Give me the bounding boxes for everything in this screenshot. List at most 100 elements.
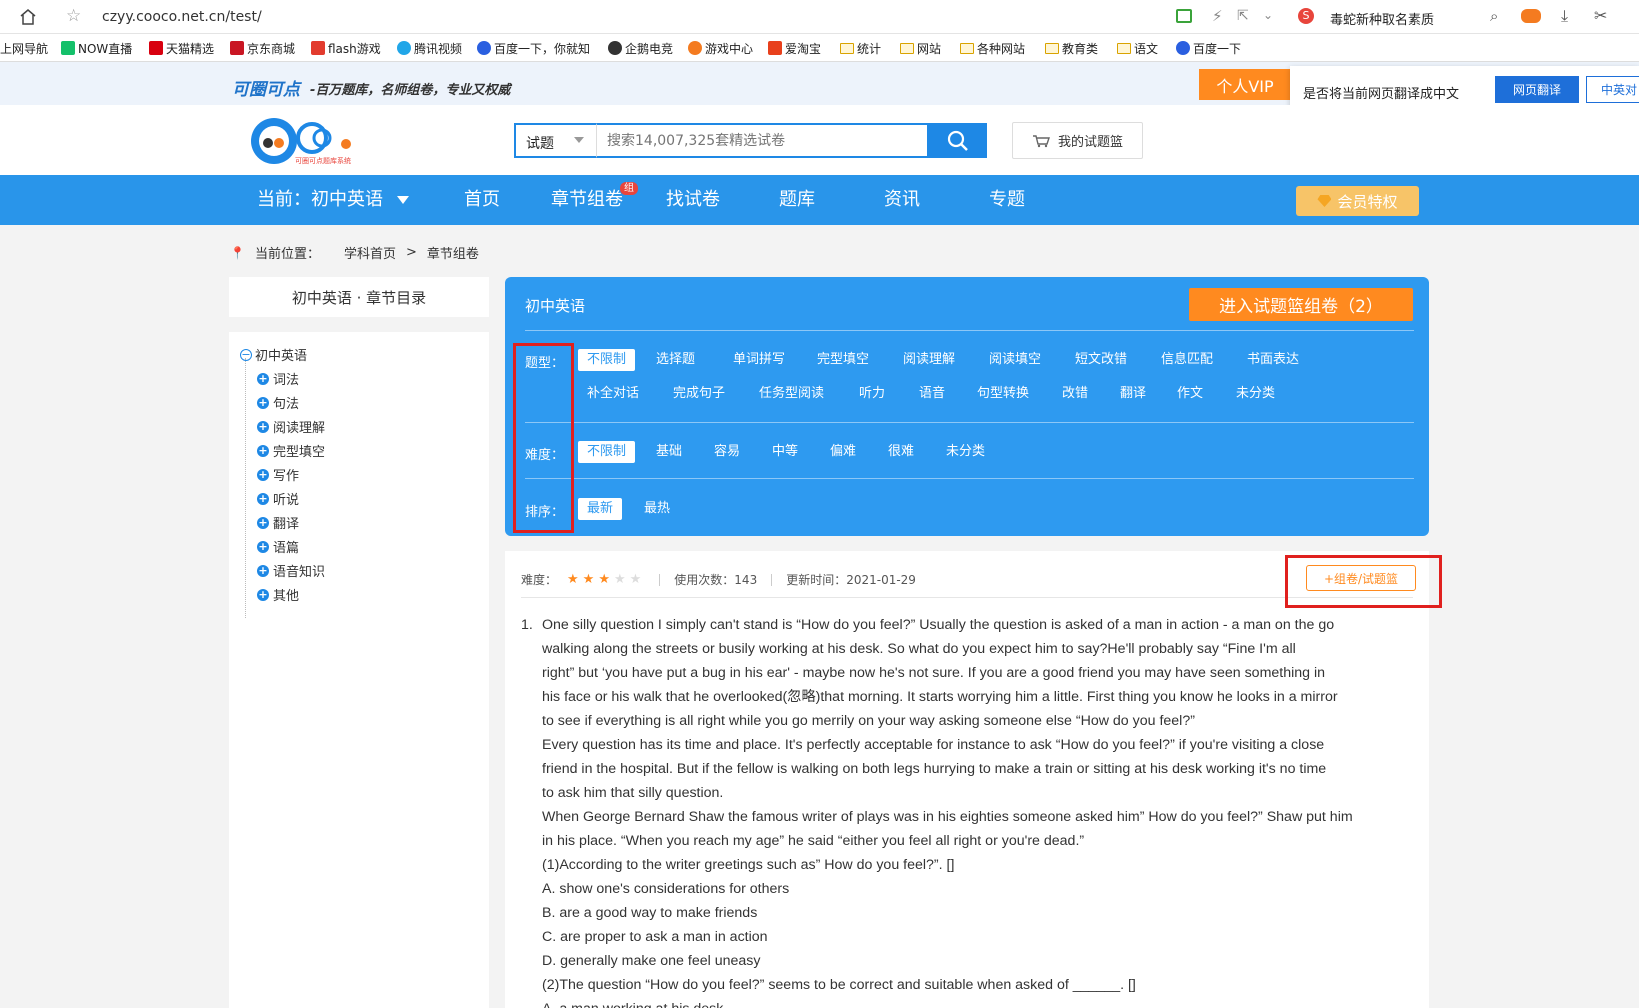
type-option[interactable]: 作文 <box>1168 383 1212 405</box>
sort-option[interactable]: 最热 <box>635 498 679 520</box>
expand-icon[interactable]: + <box>257 372 269 385</box>
my-basket-button[interactable]: 我的试题篮 <box>1012 122 1143 159</box>
tree-root[interactable]: − 初中英语 <box>240 345 307 364</box>
type-option[interactable]: 语音 <box>910 383 954 405</box>
bookmark[interactable]: 天猫精选 <box>149 40 214 56</box>
vip-button[interactable]: 个人VIP <box>1199 69 1291 100</box>
type-option[interactable]: 未分类 <box>1227 383 1284 405</box>
tree-item[interactable]: + 句法 <box>257 393 299 412</box>
share-icon[interactable]: ⇱ <box>1237 8 1249 24</box>
difficulty-option[interactable]: 基础 <box>647 441 691 463</box>
bookmark[interactable]: 百度一下 <box>1176 40 1241 56</box>
site-logo[interactable]: 可圈可点题库系统 <box>248 116 370 166</box>
bookmark[interactable]: 京东商城 <box>230 40 295 56</box>
answer-option[interactable]: C. are proper to ask a man in action <box>521 925 1415 949</box>
tree-item[interactable]: + 写作 <box>257 465 299 484</box>
nav-find-paper[interactable]: 找试卷 <box>666 175 720 225</box>
bookmark[interactable]: 语文 <box>1117 40 1158 56</box>
type-option[interactable]: 补全对话 <box>578 383 648 405</box>
bookmark[interactable]: 教育类 <box>1045 40 1098 56</box>
search-input[interactable] <box>596 123 929 158</box>
tree-item[interactable]: + 翻译 <box>257 513 299 532</box>
bookmark[interactable]: 游戏中心 <box>688 40 753 56</box>
download-icon[interactable]: ⤓ <box>1561 6 1568 26</box>
bookmark[interactable]: 百度一下，你就知 <box>477 40 590 56</box>
search-engine-icon[interactable]: S <box>1298 8 1314 24</box>
bookmark[interactable]: 爱淘宝 <box>768 40 821 56</box>
sort-option[interactable]: 最新 <box>578 498 623 520</box>
bookmark[interactable]: flash游戏 <box>311 40 381 56</box>
expand-icon[interactable]: + <box>257 468 269 481</box>
nav-chapter[interactable]: 章节组卷 <box>551 175 623 225</box>
expand-icon[interactable]: + <box>257 396 269 409</box>
expand-icon[interactable]: + <box>257 444 269 457</box>
bookmark[interactable]: 企鹅电竞 <box>608 40 673 56</box>
expand-icon[interactable]: + <box>257 588 269 601</box>
nav-home[interactable]: 首页 <box>464 175 500 225</box>
magnifier-icon[interactable]: ⌕ <box>1490 7 1498 25</box>
tree-item[interactable]: + 其他 <box>257 585 299 604</box>
bookmark[interactable]: 各种网站 <box>960 40 1025 56</box>
expand-icon[interactable]: + <box>257 564 269 577</box>
type-option[interactable]: 听力 <box>850 383 894 405</box>
type-option[interactable]: 完型填空 <box>808 349 878 371</box>
bookmark[interactable]: NOW直播 <box>61 40 132 56</box>
answer-option[interactable]: D. generally make one feel uneasy <box>521 949 1415 973</box>
bookmark[interactable]: 上网导航 <box>0 40 48 56</box>
star-bookmark-icon[interactable]: ☆ <box>66 6 81 26</box>
address-bar[interactable]: czyy.cooco.net.cn/test/ <box>102 9 262 25</box>
search-type-select[interactable]: 试题 <box>514 123 596 158</box>
scissors-icon[interactable]: ✂ <box>1594 6 1607 25</box>
type-option[interactable]: 任务型阅读 <box>750 383 833 405</box>
expand-icon[interactable]: + <box>257 492 269 505</box>
chevron-down-icon[interactable]: ⌄ <box>1263 8 1273 22</box>
breadcrumb-subject-home[interactable]: 学科首页 <box>344 243 396 262</box>
nav-question-bank[interactable]: 题库 <box>779 175 815 225</box>
game-icon[interactable] <box>1521 9 1541 23</box>
reader-icon[interactable] <box>1176 9 1192 23</box>
type-option[interactable]: 信息匹配 <box>1152 349 1222 371</box>
type-option[interactable]: 改错 <box>1053 383 1097 405</box>
collapse-icon[interactable]: − <box>240 348 252 361</box>
translate-button[interactable]: 网页翻译 <box>1495 76 1579 103</box>
expand-icon[interactable]: + <box>257 516 269 529</box>
difficulty-option[interactable]: 容易 <box>705 441 749 463</box>
type-option[interactable]: 阅读理解 <box>894 349 964 371</box>
type-option[interactable]: 短文改错 <box>1066 349 1136 371</box>
tree-item[interactable]: + 语篇 <box>257 537 299 556</box>
home-icon[interactable] <box>18 7 38 31</box>
difficulty-option[interactable]: 很难 <box>879 441 923 463</box>
type-option[interactable]: 选择题 <box>647 349 704 371</box>
difficulty-option[interactable]: 不限制 <box>578 441 636 463</box>
expand-icon[interactable]: + <box>257 420 269 433</box>
nav-topics[interactable]: 专题 <box>989 175 1025 225</box>
enter-basket-button[interactable]: 进入试题篮组卷（2） <box>1189 288 1413 321</box>
nav-news[interactable]: 资讯 <box>884 175 920 225</box>
tree-item[interactable]: + 阅读理解 <box>257 417 325 436</box>
subject-switcher[interactable]: 当前：初中英语 <box>257 175 409 225</box>
breadcrumb-chapter[interactable]: 章节组卷 <box>427 243 479 262</box>
type-option[interactable]: 句型转换 <box>968 383 1038 405</box>
tree-item[interactable]: + 词法 <box>257 369 299 388</box>
type-option[interactable]: 不限制 <box>578 349 636 371</box>
type-option[interactable]: 阅读填空 <box>980 349 1050 371</box>
bookmark[interactable]: 腾讯视频 <box>397 40 462 56</box>
type-option[interactable]: 书面表达 <box>1238 349 1308 371</box>
difficulty-option[interactable]: 偏难 <box>821 441 865 463</box>
tree-item[interactable]: + 听说 <box>257 489 299 508</box>
tree-item[interactable]: + 完型填空 <box>257 441 325 460</box>
brand-name[interactable]: 可圈可点 <box>232 75 300 100</box>
tree-item[interactable]: + 语音知识 <box>257 561 325 580</box>
bookmark[interactable]: 网站 <box>900 40 941 56</box>
type-option[interactable]: 翻译 <box>1111 383 1155 405</box>
answer-option[interactable]: B. are a good way to make friends <box>521 901 1415 925</box>
member-button[interactable]: 会员特权 <box>1296 186 1419 216</box>
translate-alt-button[interactable]: 中英对 <box>1586 76 1639 103</box>
expand-icon[interactable]: + <box>257 540 269 553</box>
bookmark[interactable]: 统计 <box>840 40 881 56</box>
search-button[interactable] <box>928 123 987 158</box>
type-option[interactable]: 完成句子 <box>664 383 734 405</box>
difficulty-option[interactable]: 中等 <box>763 441 807 463</box>
flash-icon[interactable]: ⚡ <box>1212 7 1223 25</box>
type-option[interactable]: 单词拼写 <box>724 349 794 371</box>
